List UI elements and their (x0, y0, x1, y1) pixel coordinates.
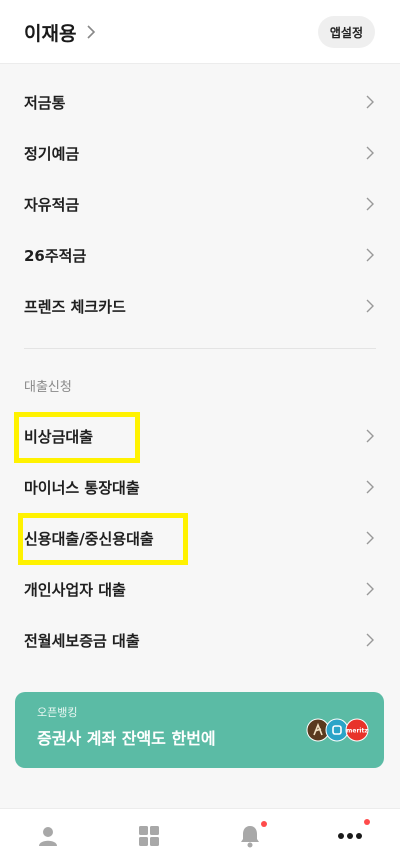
chevron-right-icon (366, 146, 374, 160)
menu-item-label: 마이너스 통장대출 (24, 478, 140, 497)
user-name: 이재용 (24, 22, 77, 45)
menu-item-business-loan[interactable]: 개인사업자 대출 (0, 565, 400, 613)
nav-profile-button[interactable] (33, 821, 63, 851)
highlight-box-emergency-loan (14, 412, 140, 463)
bell-icon (241, 826, 259, 848)
chevron-right-icon (366, 95, 374, 109)
menu-item-savings-box[interactable]: 저금통 (0, 78, 400, 126)
bottom-navigation (0, 808, 400, 862)
menu-item-label: 저금통 (24, 93, 66, 112)
banner-title: 증권사 계좌 잔액도 한번에 (37, 729, 216, 748)
menu-item-jeonse-loan[interactable]: 전월세보증금 대출 (0, 616, 400, 664)
loan-section-title: 대출신청 (24, 380, 72, 395)
securities-logos-icon: meritz (306, 718, 369, 742)
top-header: 이재용 앱설정 (0, 0, 400, 64)
nav-menu-grid-button[interactable] (134, 821, 164, 851)
menu-item-overdraft-loan[interactable]: 마이너스 통장대출 (0, 463, 400, 511)
more-badge (364, 819, 370, 825)
chevron-right-icon (366, 633, 374, 647)
highlight-box-credit-loan (18, 513, 188, 565)
chevron-right-icon (366, 480, 374, 494)
chevron-right-icon (366, 582, 374, 596)
menu-item-label: 정기예금 (24, 144, 80, 163)
chevron-right-icon (366, 197, 374, 211)
more-icon (338, 833, 362, 839)
chevron-right-icon (87, 25, 96, 39)
menu-item-friends-check-card[interactable]: 프렌즈 체크카드 (0, 282, 400, 330)
menu-item-label: 26주적금 (24, 246, 87, 265)
grid-icon (139, 826, 159, 846)
chevron-right-icon (366, 299, 374, 313)
menu-item-label: 개인사업자 대출 (24, 580, 126, 599)
nav-notifications-button[interactable] (235, 821, 267, 851)
chevron-right-icon (366, 531, 374, 545)
meritz-logo-text: meritz (346, 728, 368, 735)
nav-more-button[interactable] (335, 819, 370, 851)
notification-badge (261, 821, 267, 827)
section-divider (24, 348, 376, 349)
menu-item-time-deposit[interactable]: 정기예금 (0, 129, 400, 177)
app-settings-button[interactable]: 앱설정 (317, 16, 375, 48)
open-banking-banner[interactable]: 오픈뱅킹 증권사 계좌 잔액도 한번에 meritz (15, 692, 384, 768)
chevron-right-icon (366, 429, 374, 443)
banner-subtitle: 오픈뱅킹 (37, 706, 78, 719)
menu-item-label: 자유적금 (24, 195, 80, 214)
menu-item-label: 프렌즈 체크카드 (24, 297, 126, 316)
menu-item-26-week-savings[interactable]: 26주적금 (0, 231, 400, 279)
person-icon (39, 827, 57, 846)
menu-item-free-savings[interactable]: 자유적금 (0, 180, 400, 228)
user-profile-link[interactable]: 이재용 (24, 18, 96, 46)
menu-item-label: 전월세보증금 대출 (24, 631, 140, 650)
chevron-right-icon (366, 248, 374, 262)
